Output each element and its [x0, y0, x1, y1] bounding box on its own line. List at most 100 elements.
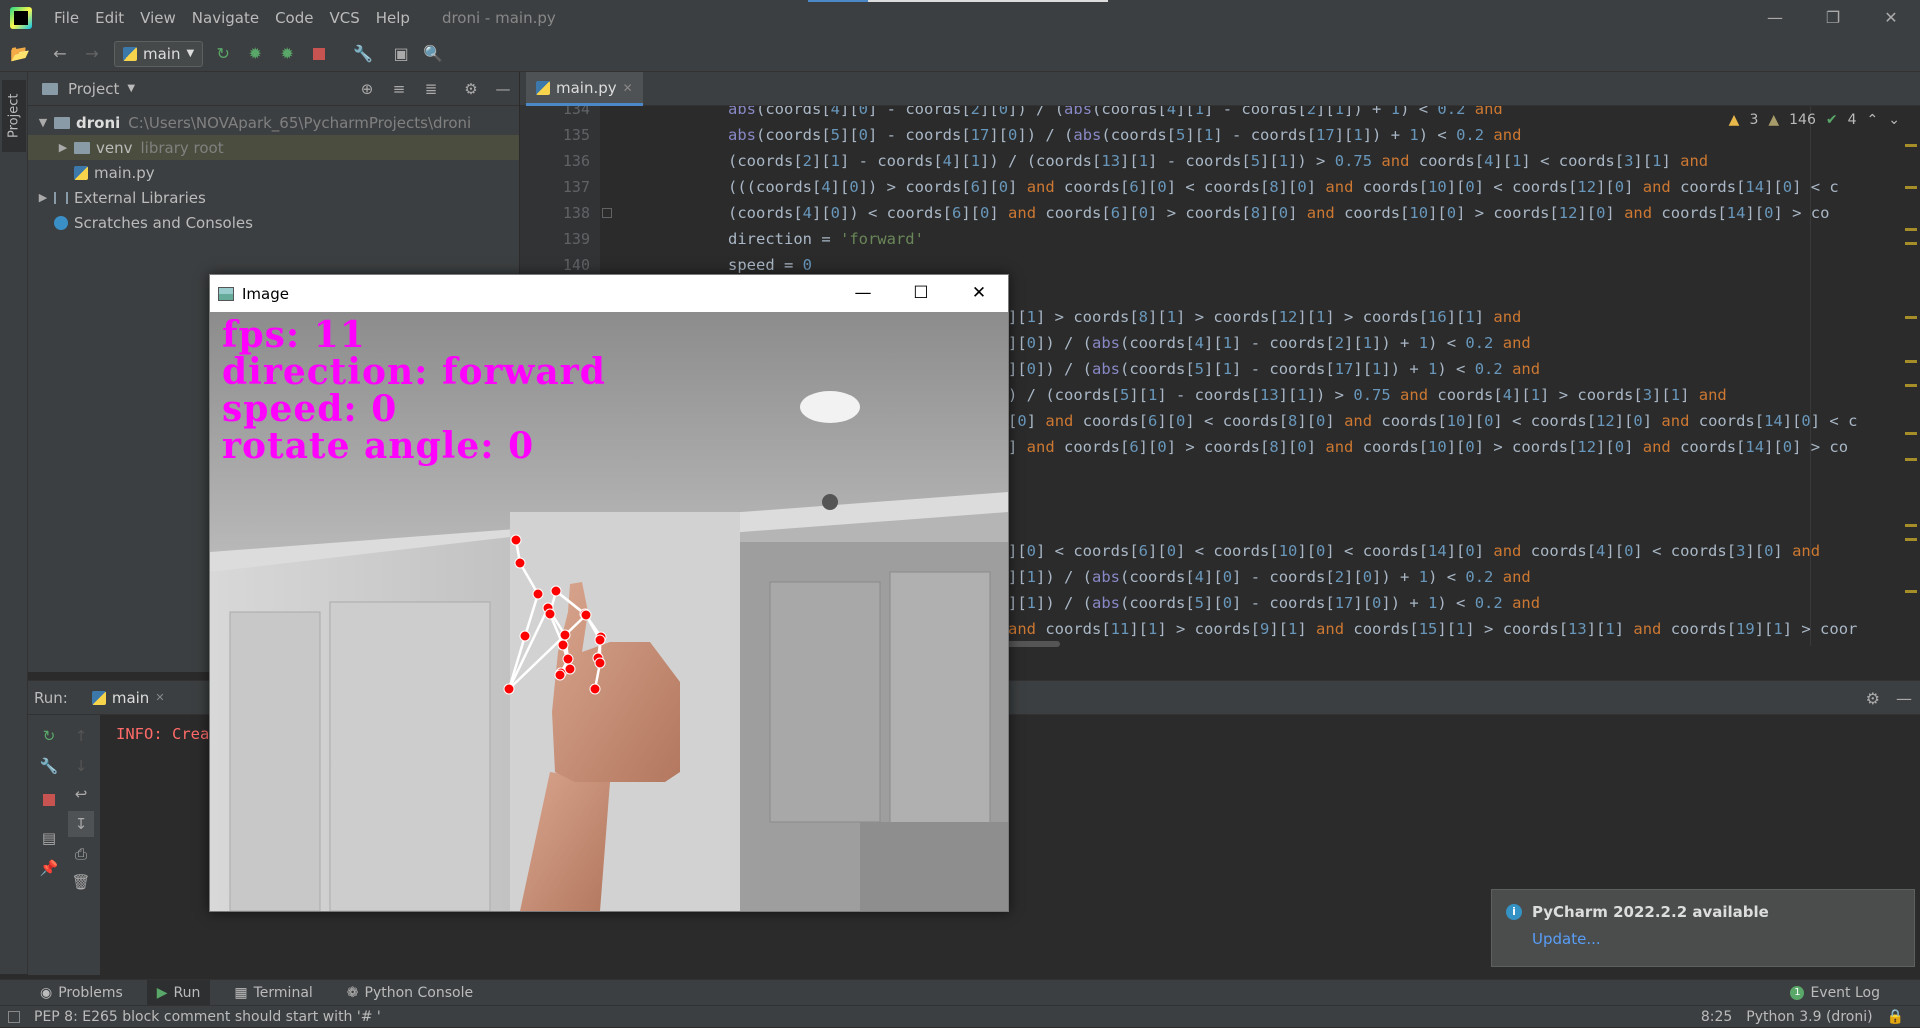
search-icon[interactable]: 🔍	[421, 42, 445, 66]
update-notification[interactable]: i PyCharm 2022.2.2 available Update...	[1491, 889, 1915, 967]
minimize-icon[interactable]: —	[834, 275, 892, 312]
line-number: 137	[562, 178, 590, 196]
tab-terminal[interactable]: ▦ Terminal	[224, 980, 322, 1006]
error-stripe[interactable]	[1905, 130, 1917, 640]
python-file-icon	[536, 80, 550, 95]
debug-icon[interactable]: ✹	[243, 42, 267, 66]
wrench-icon[interactable]: 🔧	[36, 753, 62, 779]
rerun-icon[interactable]: ↻	[211, 42, 235, 66]
locate-icon[interactable]: ⊕	[351, 80, 383, 98]
collapse-all-icon[interactable]: ≣	[415, 80, 447, 98]
chevron-up-icon[interactable]: ⌃	[1867, 112, 1879, 128]
chevron-right-icon[interactable]: ▶	[56, 141, 70, 154]
code-line: ] and coords[6][0] > coords[8][0] and co…	[1008, 438, 1849, 456]
coverage-icon[interactable]: ✹	[275, 42, 299, 66]
library-icon	[54, 191, 68, 204]
line-number: 138	[562, 204, 590, 222]
image-window-titlebar[interactable]: Image — ☐ ✕	[210, 275, 1008, 312]
chevron-down-icon[interactable]: ⌄	[1888, 112, 1900, 128]
trash-icon[interactable]: 🗑	[68, 869, 94, 895]
chevron-down-icon[interactable]: ▼	[36, 116, 50, 129]
warning-icon: ▲	[1728, 112, 1740, 128]
terminal-window-icon[interactable]: ▣	[389, 42, 413, 66]
update-link[interactable]: Update...	[1532, 930, 1601, 948]
tab-problems[interactable]: ◉ Problems	[30, 980, 133, 1006]
run-tab-label: main	[111, 688, 150, 707]
project-panel-title[interactable]: Project	[68, 80, 119, 98]
stop-icon[interactable]	[36, 787, 62, 813]
rerun-icon[interactable]: ↻	[36, 723, 62, 749]
lock-icon[interactable]: 🔒	[1887, 1009, 1904, 1025]
line-number: 135	[562, 126, 590, 144]
interpreter-selector[interactable]: Python 3.9 (droni)	[1746, 1009, 1872, 1025]
maximize-icon[interactable]: ☐	[892, 275, 950, 312]
back-arrow-icon[interactable]: ←	[48, 42, 72, 66]
tab-python-console[interactable]: ❁ Python Console	[337, 980, 483, 1006]
warning-count: 3	[1749, 112, 1759, 128]
project-tool-tab[interactable]: Project	[2, 80, 26, 152]
tree-item-venv[interactable]: ▶ venv library root	[28, 135, 519, 160]
title-progress-bar	[808, 0, 1108, 2]
tree-item-droni[interactable]: ▼ droni C:\Users\NOVApark_65\PycharmProj…	[28, 110, 519, 135]
menu-edit[interactable]: Edit	[87, 9, 132, 27]
arrow-down-icon[interactable]: ↓	[68, 753, 94, 779]
inspection-widget[interactable]: ▲ 3 ▲ 146 ✔ 4 ⌃ ⌄	[1729, 112, 1900, 128]
close-icon[interactable]: ✕	[155, 691, 164, 704]
menu-vcs[interactable]: VCS	[321, 9, 367, 27]
landmark-link	[523, 593, 540, 637]
chevron-right-icon[interactable]: ▶	[36, 191, 50, 204]
close-icon[interactable]: ✕	[1862, 0, 1920, 36]
gear-icon[interactable]: ⚙	[455, 80, 487, 98]
run-tab-main[interactable]: main ✕	[91, 688, 165, 707]
tree-item-scratches[interactable]: Scratches and Consoles	[28, 210, 519, 235]
caret-position[interactable]: 8:25	[1701, 1009, 1732, 1025]
code-line: ][1]) / (abs(coords[4][0] - coords[2][0]…	[1008, 568, 1531, 586]
stop-icon[interactable]	[307, 42, 331, 66]
tree-item-main-py[interactable]: main.py	[28, 160, 519, 185]
event-log-button[interactable]: 1 Event Log	[1790, 980, 1880, 1006]
landmark-point	[580, 609, 592, 621]
pin-icon[interactable]: 📌	[36, 855, 62, 881]
hide-icon[interactable]: —	[1896, 689, 1912, 708]
fold-marker-icon[interactable]	[602, 208, 612, 218]
tree-item-label: main.py	[94, 163, 155, 182]
tree-item-path: C:\Users\NOVApark_65\PycharmProjects\dro…	[128, 113, 472, 132]
hide-icon[interactable]: —	[487, 80, 519, 98]
line-number: 136	[562, 152, 590, 170]
expand-all-icon[interactable]: ≡	[383, 80, 415, 98]
run-configuration-select[interactable]: main ▼	[114, 40, 204, 67]
tab-run[interactable]: ▶ Run	[146, 979, 211, 1006]
minimize-icon[interactable]: —	[1746, 0, 1804, 36]
code-line: abs(coords[4][0] - coords[2][0]) / (abs(…	[728, 106, 1503, 118]
forward-arrow-icon[interactable]: →	[80, 42, 104, 66]
close-icon[interactable]: ✕	[950, 275, 1008, 312]
menu-code[interactable]: Code	[267, 9, 321, 27]
chevron-down-icon[interactable]: ▼	[127, 83, 135, 94]
line-number: 140	[562, 256, 590, 274]
tree-item-external-libraries[interactable]: ▶ External Libraries	[28, 185, 519, 210]
menu-view[interactable]: View	[132, 9, 184, 27]
close-icon[interactable]: ✕	[623, 81, 633, 95]
code-line: speed = 0	[728, 256, 812, 274]
rotate-angle-overlay-text: rotate angle: 0	[222, 425, 535, 467]
landmark-point	[532, 588, 544, 600]
typo-check-icon: ✔	[1825, 112, 1838, 128]
layout-icon[interactable]: ▤	[36, 825, 62, 851]
weak-warning-count: 146	[1789, 112, 1816, 128]
tab-main-py[interactable]: main.py ✕	[526, 72, 643, 106]
soft-wrap-icon[interactable]: ↩	[68, 781, 94, 807]
landmark-point	[594, 657, 606, 669]
restore-icon[interactable]: ❐	[1804, 0, 1862, 36]
arrow-up-icon[interactable]: ↑	[68, 723, 94, 749]
gear-icon[interactable]: ⚙	[1866, 689, 1880, 708]
open-folder-icon[interactable]: 📂	[8, 42, 32, 66]
landmark-link	[507, 607, 550, 690]
menu-navigate[interactable]: Navigate	[184, 9, 267, 27]
panel-toggle-icon[interactable]	[8, 1010, 20, 1023]
print-icon[interactable]: ⎙	[68, 841, 94, 867]
image-window[interactable]: Image — ☐ ✕ fps: 11 direction: forward s…	[209, 274, 1009, 912]
wrench-icon[interactable]: 🔧	[351, 42, 375, 66]
scroll-to-end-icon[interactable]: ↧	[68, 811, 94, 837]
menu-help[interactable]: Help	[368, 9, 418, 27]
menu-file[interactable]: File	[46, 9, 87, 27]
